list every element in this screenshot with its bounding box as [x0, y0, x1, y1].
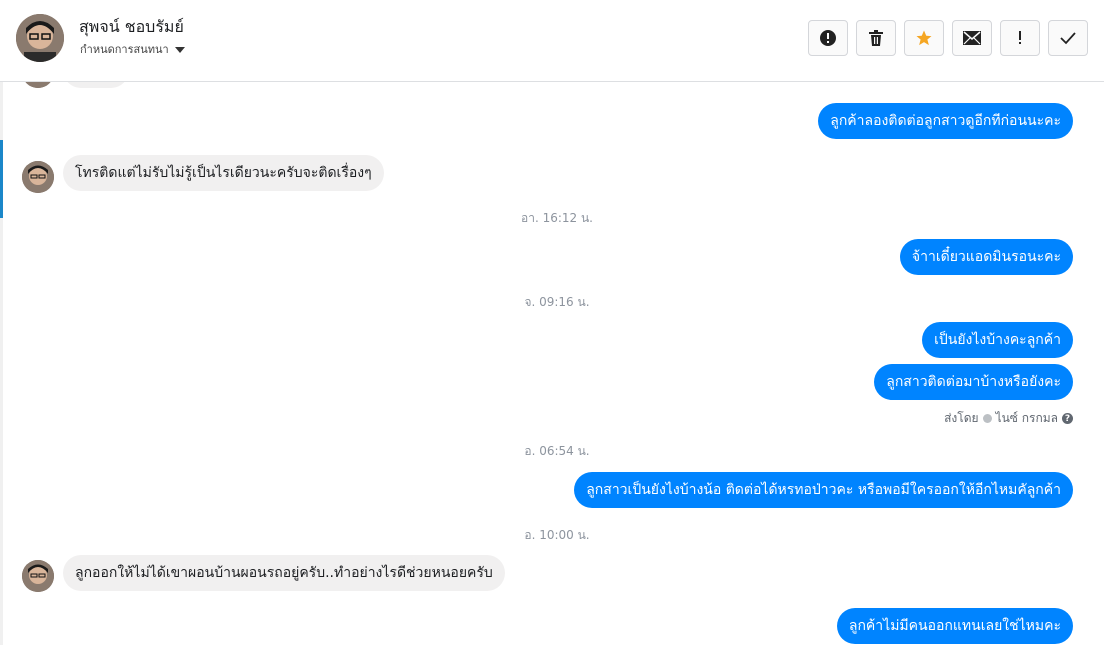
star-button[interactable] — [904, 20, 944, 56]
contact-avatar-small[interactable] — [22, 161, 54, 193]
message-bubble-outgoing: ลูกค้าไม่มีคนออกแทนเลยใช่ไหมคะ — [836, 608, 1073, 644]
important-button[interactable] — [1000, 20, 1040, 56]
trash-icon — [869, 30, 883, 46]
sent-by-info: ส่งโดย ไนซ์ กรกมล ? — [944, 409, 1073, 428]
message-timestamp: จ. 09:16 น. — [524, 295, 590, 309]
status-dot-icon — [982, 414, 992, 423]
header-toolbar — [808, 20, 1088, 56]
checkmark-icon — [1060, 32, 1076, 45]
conversation-header: สุพจน์ ชอบรัมย์ กำหนดการสนทนา — [0, 0, 1104, 82]
message-bubble-outgoing: ลูกสาวเป็นยังไงบ้างน้อ ติดต่อได้หรทอป่าว… — [574, 472, 1073, 508]
exclamation-icon — [1019, 31, 1021, 44]
alert-circle-icon — [820, 30, 836, 46]
contact-avatar-small — [22, 82, 54, 88]
message-bubble-incoming: ลูกออกให้ไม่ได้เขาผอนบ้านผอนรถอยู่ครับ..… — [63, 555, 505, 591]
caret-down-icon — [174, 47, 185, 53]
contact-avatar-small[interactable] — [22, 560, 54, 592]
sent-by-label: ส่งโดย — [944, 411, 979, 425]
message-bubble-outgoing: ลูกสาวติดต่อมาบ้างหรือยังคะ — [874, 364, 1073, 400]
message-list[interactable]: ลูกค้าลองติดต่อลูกสาวดูอีกทีก่อนนะคะ โทร… — [0, 82, 1104, 645]
contact-name[interactable]: สุพจน์ ชอบรัมย์ — [79, 15, 184, 40]
message-bubble-outgoing: เป็นยังไงบ้างคะลูกค้า — [922, 322, 1073, 358]
sent-by-name: ไนซ์ กรกมล — [995, 411, 1058, 425]
message-bubble-outgoing: จ้าาเดี๋ยวแอดมินรอนะคะ — [899, 239, 1073, 275]
conversation-schedule-dropdown[interactable]: กำหนดการสนทนา — [80, 40, 185, 58]
report-button[interactable] — [808, 20, 848, 56]
done-button[interactable] — [1048, 20, 1088, 56]
delete-button[interactable] — [856, 20, 896, 56]
mail-button[interactable] — [952, 20, 992, 56]
message-timestamp: อา. 16:12 น. — [521, 211, 593, 225]
schedule-label: กำหนดการสนทนา — [80, 43, 169, 56]
help-icon[interactable]: ? — [1062, 413, 1073, 424]
message-bubble-incoming — [63, 82, 129, 88]
message-bubble-outgoing: ลูกค้าลองติดต่อลูกสาวดูอีกทีก่อนนะคะ — [818, 103, 1073, 139]
contact-avatar[interactable] — [16, 14, 64, 62]
star-icon — [916, 30, 932, 46]
message-timestamp: อ. 10:00 น. — [524, 528, 590, 542]
envelope-icon — [963, 31, 981, 45]
message-timestamp: อ. 06:54 น. — [524, 444, 590, 458]
message-bubble-incoming: โทรติดแต่ไม่รับไม่รู้เป็นไรเดียวนะครับจะ… — [63, 155, 384, 191]
